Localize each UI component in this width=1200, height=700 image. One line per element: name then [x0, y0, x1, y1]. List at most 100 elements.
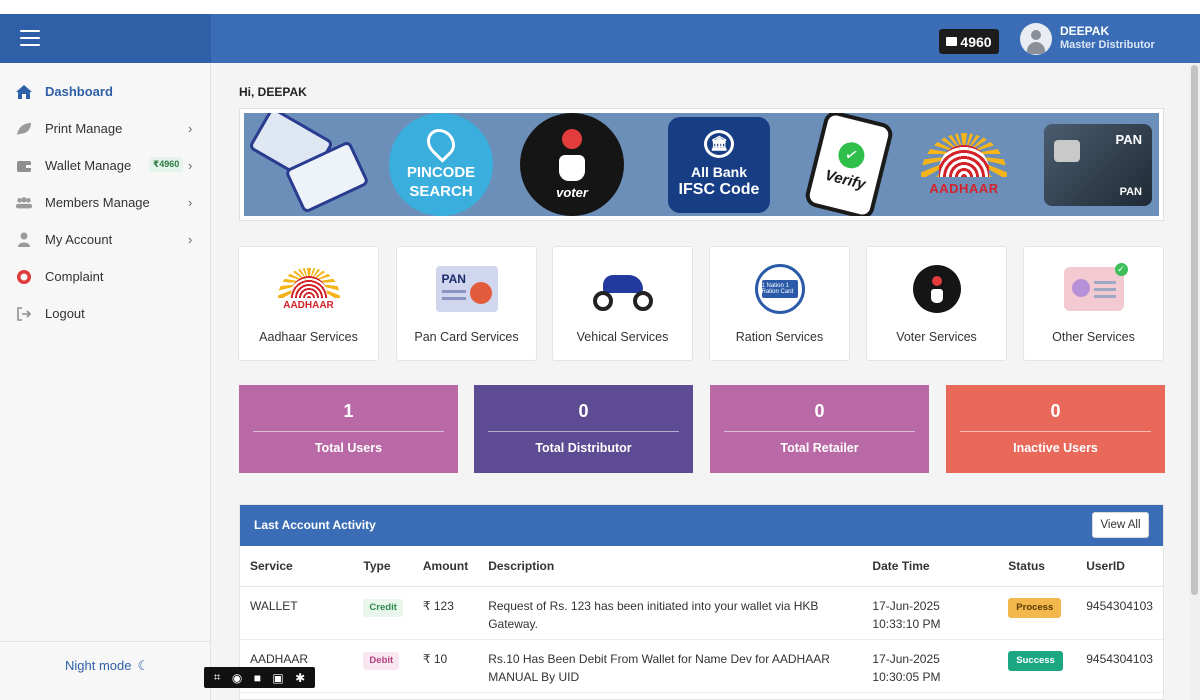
wallet-icon	[946, 37, 958, 46]
night-mode-toggle[interactable]: Night mode ☾	[65, 658, 149, 674]
column-header[interactable]: Amount	[412, 546, 479, 587]
chevron-right-icon: ›	[188, 121, 193, 136]
users-icon	[15, 194, 33, 212]
column-header[interactable]: Date Time	[862, 546, 999, 587]
wallet-balance-chip[interactable]: 4960	[939, 29, 999, 54]
promo-banner: PINCODE SEARCH voter 🏛 All Bank IFSC Cod…	[239, 108, 1164, 221]
view-all-button[interactable]: View All	[1092, 512, 1149, 538]
cell-description: Rs.10 Has Been Debit From Wallet for Nam…	[478, 639, 863, 693]
service-label: Vehical Services	[576, 330, 669, 344]
wallet-badge: ₹4960	[149, 157, 184, 172]
sidebar-item-label: My Account	[45, 232, 113, 247]
aadhaar-icon-label: AADHAAR	[283, 299, 334, 311]
header-brand-area	[0, 14, 211, 63]
column-header[interactable]: Service	[240, 546, 354, 587]
service-card-other[interactable]: ✓ Other Services	[1023, 246, 1164, 361]
stat-value: 0	[578, 401, 589, 421]
sidebar-item-label: Complaint	[45, 269, 104, 284]
sidebar-item-label: Members Manage	[45, 195, 150, 210]
sidebar-item-complaint[interactable]: Complaint	[0, 258, 211, 295]
sidebar: Dashboard Print Manage › Wallet Manage ₹…	[0, 63, 211, 700]
page-scrollbar[interactable]	[1189, 63, 1200, 700]
stat-inactive-users[interactable]: 0 Inactive Users	[946, 385, 1165, 473]
service-label: Voter Services	[896, 330, 977, 344]
cell-userid: 9454304103	[1076, 586, 1163, 640]
stat-total-distributor[interactable]: 0 Total Distributor	[474, 385, 693, 473]
service-card-pan[interactable]: PAN Pan Card Services	[396, 246, 537, 361]
stat-total-retailer[interactable]: 0 Total Retailer	[710, 385, 929, 473]
wallet-icon	[15, 157, 33, 175]
video-icon[interactable]: ■	[254, 671, 261, 685]
sidebar-item-dashboard[interactable]: Dashboard	[0, 73, 211, 110]
menu-toggle-icon[interactable]	[20, 30, 40, 46]
aadhaar-image[interactable]: AADHAAR	[904, 113, 1024, 216]
column-header[interactable]: Type	[353, 546, 413, 587]
voter-icon	[905, 263, 969, 315]
chevron-right-icon: ›	[188, 195, 193, 210]
pan-label: PAN	[1115, 131, 1142, 147]
check-icon: ✓	[835, 138, 868, 171]
sidebar-item-logout[interactable]: Logout	[0, 295, 211, 332]
hand-pointer-icon	[559, 155, 585, 181]
sidebar-item-wallet-manage[interactable]: Wallet Manage ₹4960 ›	[0, 147, 211, 184]
service-card-voter[interactable]: Voter Services	[866, 246, 1007, 361]
ifsc-code-image[interactable]: 🏛 All Bank IFSC Code	[664, 113, 774, 216]
top-strip	[0, 0, 1200, 14]
service-label: Other Services	[1052, 330, 1135, 344]
stat-value: 0	[814, 401, 825, 421]
logout-icon	[15, 305, 33, 323]
verify-image[interactable]: ✓ Verify	[799, 113, 899, 216]
page-greeting: Hi, DEEPAK	[239, 85, 307, 99]
gear-icon[interactable]: ✱	[295, 671, 305, 685]
table-row[interactable]: WALLET Credit ₹ 123 Request of Rs. 123 h…	[240, 586, 1163, 640]
stat-total-users[interactable]: 1 Total Users	[239, 385, 458, 473]
aadhaar-label: AADHAAR	[929, 181, 999, 196]
voter-image[interactable]: voter	[517, 113, 627, 216]
ration-card-icon: 1 Nation 1 Ration Card	[748, 263, 812, 315]
aadhaar-icon: AADHAAR	[277, 263, 341, 315]
sidebar-item-print-manage[interactable]: Print Manage ›	[0, 110, 211, 147]
id-card-icon: ✓	[1062, 263, 1128, 315]
pincode-label: PINCODE	[406, 163, 476, 181]
service-card-aadhaar[interactable]: AADHAAR Aadhaar Services	[238, 246, 379, 361]
camera-icon[interactable]: ◉	[232, 671, 242, 685]
column-header[interactable]: UserID	[1076, 546, 1163, 587]
service-label: Aadhaar Services	[259, 330, 358, 344]
stat-label: Inactive Users	[1013, 441, 1098, 455]
user-name[interactable]: DEEPAK	[1060, 24, 1109, 38]
sidebar-item-members-manage[interactable]: Members Manage ›	[0, 184, 211, 221]
stat-label: Total Users	[314, 441, 383, 455]
window-icon[interactable]: ▣	[272, 671, 283, 685]
app-header: 4960 DEEPAK Master Distributor	[0, 14, 1200, 63]
table-row[interactable]: AADHAAR Debit ₹ 10 Rs.10 Has Been Debit …	[240, 639, 1163, 693]
verify-label: Verify	[823, 165, 868, 193]
avatar[interactable]	[1020, 23, 1052, 55]
activity-table: Service Type Amount Description Date Tim…	[240, 546, 1163, 693]
bank-icon: 🏛	[704, 129, 734, 158]
pan-icon-label: PAN	[441, 272, 466, 286]
ration-icon-label: 1 Nation 1 Ration Card	[761, 280, 798, 298]
crop-icon[interactable]: ⌗	[214, 670, 221, 685]
sidebar-item-my-account[interactable]: My Account ›	[0, 221, 211, 258]
column-header[interactable]: Status	[998, 546, 1077, 587]
service-label: Pan Card Services	[414, 330, 519, 344]
capture-toolbar: ⌗ ◉ ■ ▣ ✱	[204, 667, 315, 688]
cell-description: Request of Rs. 123 has been initiated in…	[478, 586, 863, 640]
cell-amount: ₹ 10	[412, 639, 479, 693]
service-card-ration[interactable]: 1 Nation 1 Ration Card Ration Services	[709, 246, 850, 361]
pan-card-image[interactable]: PAN PAN	[1039, 113, 1157, 216]
scrollbar-thumb[interactable]	[1191, 65, 1198, 595]
location-pin-icon	[421, 122, 461, 163]
sidebar-item-label: Dashboard	[45, 84, 113, 99]
status-badge: Success	[1008, 650, 1063, 671]
pincode-search-image[interactable]: PINCODE SEARCH	[386, 113, 496, 216]
status-badge: Process	[1008, 597, 1062, 618]
account-activity-panel: Last Account Activity View All Service T…	[239, 504, 1164, 700]
sidebar-item-label: Print Manage	[45, 121, 123, 136]
night-mode-label: Night mode	[65, 658, 132, 673]
column-header[interactable]: Description	[478, 546, 863, 587]
moon-icon: ☾	[137, 658, 150, 673]
cell-datetime: 17-Jun-2025 10:30:05 PM	[862, 639, 999, 693]
service-card-vehical[interactable]: Vehical Services	[552, 246, 693, 361]
headset-icon	[15, 268, 33, 286]
